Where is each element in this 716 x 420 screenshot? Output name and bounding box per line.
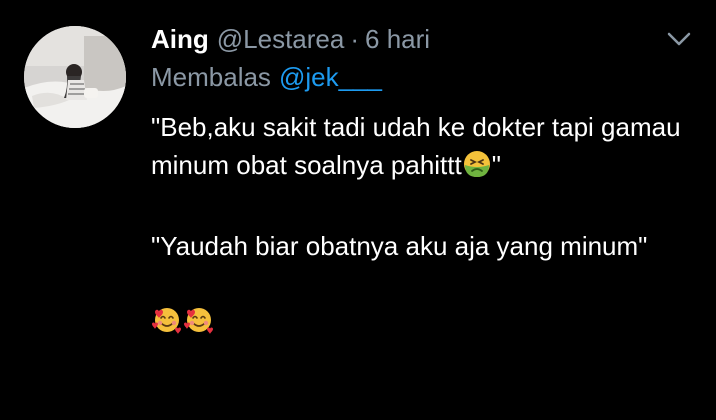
timestamp[interactable]: 6 hari	[365, 24, 430, 55]
smiling-face-with-hearts-emoji	[183, 304, 215, 346]
reply-context: Membalas @jek___	[151, 62, 382, 93]
reply-label: Membalas	[151, 62, 271, 92]
avatar-photo	[24, 26, 126, 128]
nauseated-face-emoji	[462, 149, 492, 189]
emoji-row	[151, 303, 696, 341]
display-name[interactable]: Aing	[151, 24, 209, 55]
tweet-paragraph-1: "Beb,aku sakit tadi udah ke dokter tapi …	[151, 108, 696, 189]
smiling-face-with-hearts-emoji	[151, 304, 183, 346]
avatar[interactable]	[24, 26, 126, 128]
chevron-down-icon[interactable]	[664, 28, 694, 50]
separator-dot: ·	[350, 23, 360, 54]
tweet-header: Aing @Lestarea · 6 hari	[151, 22, 430, 56]
tweet-text: "Beb,aku sakit tadi udah ke dokter tapi …	[151, 108, 696, 341]
tweet-paragraph-2: "Yaudah biar obatnya aku aja yang minum"	[151, 231, 648, 261]
user-handle[interactable]: @Lestarea	[217, 24, 345, 55]
paragraph-1-text: "Beb,aku sakit tadi udah ke dokter tapi …	[151, 112, 681, 180]
tweet[interactable]: Aing @Lestarea · 6 hari Membalas @jek___ …	[0, 0, 716, 420]
reply-mention-link[interactable]: @jek___	[279, 62, 382, 92]
paragraph-1-closing-quote: "	[491, 150, 501, 180]
